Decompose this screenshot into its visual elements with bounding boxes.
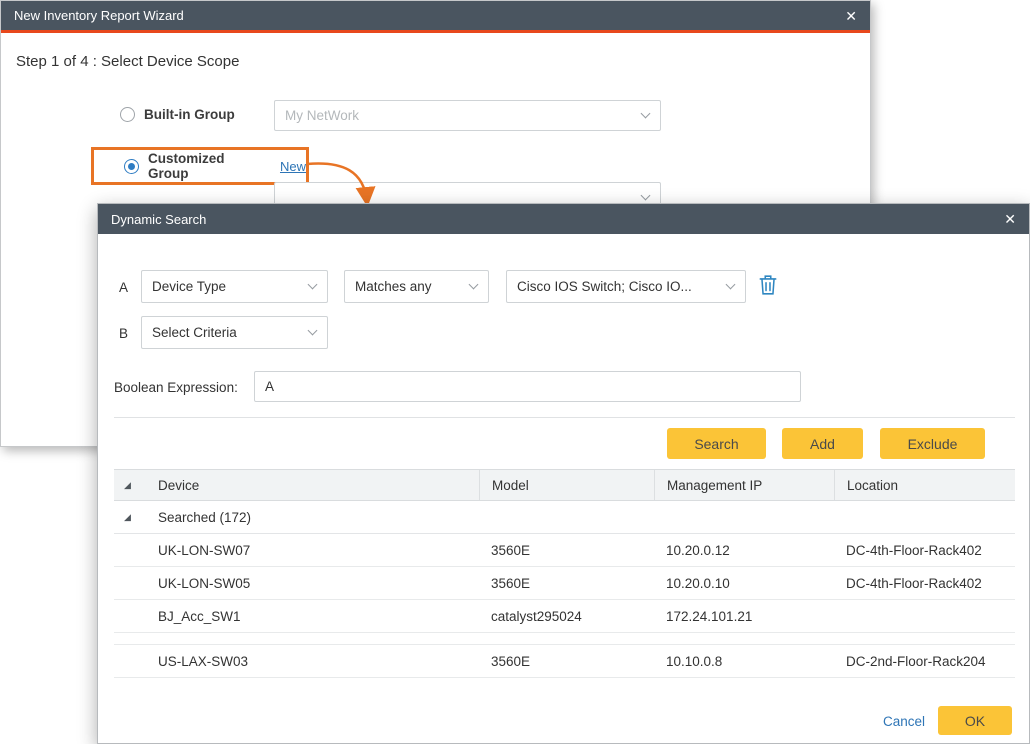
chevron-down-icon [308, 325, 318, 335]
search-button[interactable]: Search [667, 428, 766, 459]
table-row[interactable]: UK-LON-SW07 3560E 10.20.0.12 DC-4th-Floo… [114, 534, 1015, 567]
table-row[interactable]: US-LAX-SW03 3560E 10.10.0.8 DC-2nd-Floor… [114, 645, 1015, 678]
cell-model: 3560E [479, 534, 654, 566]
exclude-button[interactable]: Exclude [880, 428, 985, 459]
cell-device: BJ_Acc_SW1 [146, 600, 479, 632]
column-header-device[interactable]: Device [146, 470, 479, 500]
cell-model: 3560E [479, 645, 654, 677]
column-header-location[interactable]: Location [834, 470, 1015, 500]
group-row-searched[interactable]: ◢ Searched (172) [114, 501, 1015, 534]
builtin-group-radio[interactable] [120, 107, 135, 122]
table-row[interactable]: BJ_Acc_SW1 catalyst295024 172.24.101.21 [114, 600, 1015, 633]
cancel-link[interactable]: Cancel [883, 714, 925, 729]
value-a: Cisco IOS Switch; Cisco IO... [517, 279, 692, 294]
operator-select-a[interactable]: Matches any [344, 270, 489, 303]
cell-ip: 172.24.101.21 [654, 600, 834, 632]
wizard-close-icon[interactable]: ✕ [845, 9, 857, 23]
builtin-group-label: Built-in Group [144, 107, 235, 122]
cell-ip: 10.20.0.12 [654, 534, 834, 566]
chevron-down-icon [469, 279, 479, 289]
delete-row-icon[interactable] [758, 274, 778, 301]
step-title: Step 1 of 4 : Select Device Scope [16, 53, 239, 70]
row-b-label: B [119, 326, 128, 341]
cell-ip: 10.20.0.10 [654, 567, 834, 599]
cell-location: DC-4th-Floor-Rack402 [834, 567, 1015, 599]
wizard-title: New Inventory Report Wizard [14, 8, 184, 23]
collapse-all-icon[interactable]: ◢ [124, 481, 131, 490]
collapse-group-icon[interactable]: ◢ [124, 513, 131, 522]
column-header-management-ip[interactable]: Management IP [654, 470, 834, 500]
cell-location: DC-2nd-Floor-Rack204 [834, 645, 1015, 677]
customized-group-radio[interactable] [124, 159, 139, 174]
criteria-type-select-b[interactable]: Select Criteria [141, 316, 328, 349]
table-header-row: ◢ Device Model Management IP Location [114, 469, 1015, 501]
chevron-down-icon [641, 190, 651, 200]
chevron-down-icon [641, 108, 651, 118]
divider [114, 417, 1015, 418]
dynamic-search-title: Dynamic Search [111, 212, 206, 227]
table-row-partial [114, 633, 1015, 645]
table-row[interactable]: UK-LON-SW05 3560E 10.20.0.10 DC-4th-Floo… [114, 567, 1015, 600]
dynamic-search-close-icon[interactable]: ✕ [1004, 212, 1016, 226]
operator-value-a: Matches any [355, 279, 432, 294]
cell-device: US-LAX-SW03 [146, 645, 479, 677]
chevron-down-icon [726, 279, 736, 289]
cell-model: catalyst295024 [479, 600, 654, 632]
add-button[interactable]: Add [782, 428, 863, 459]
boolean-expression-input[interactable] [254, 371, 801, 402]
criteria-type-value-a: Device Type [152, 279, 226, 294]
ok-button[interactable]: OK [938, 706, 1012, 735]
builtin-group-select-value: My NetWork [285, 108, 359, 123]
builtin-group-option[interactable]: Built-in Group [120, 107, 235, 122]
chevron-down-icon [308, 279, 318, 289]
cell-location: DC-4th-Floor-Rack402 [834, 534, 1015, 566]
customized-group-highlight: Customized Group New [91, 147, 309, 185]
boolean-expression-label: Boolean Expression: [114, 380, 238, 395]
cell-ip: 10.10.0.8 [654, 645, 834, 677]
cell-device: UK-LON-SW05 [146, 567, 479, 599]
value-select-a[interactable]: Cisco IOS Switch; Cisco IO... [506, 270, 746, 303]
cell-location [834, 600, 1015, 632]
criteria-type-select-a[interactable]: Device Type [141, 270, 328, 303]
cell-device: UK-LON-SW07 [146, 534, 479, 566]
group-label: Searched (172) [146, 501, 479, 533]
criteria-type-value-b: Select Criteria [152, 325, 237, 340]
builtin-group-select[interactable]: My NetWork [274, 100, 661, 131]
row-a-label: A [119, 280, 128, 295]
column-header-model[interactable]: Model [479, 470, 654, 500]
dynamic-search-dialog: Dynamic Search ✕ A Device Type Matches a… [97, 203, 1030, 744]
dynamic-search-titlebar: Dynamic Search ✕ [98, 204, 1029, 234]
customized-group-label: Customized Group [148, 151, 261, 181]
results-table: ◢ Device Model Management IP Location ◢ … [114, 469, 1015, 678]
wizard-titlebar: New Inventory Report Wizard ✕ [1, 1, 870, 33]
cell-model: 3560E [479, 567, 654, 599]
